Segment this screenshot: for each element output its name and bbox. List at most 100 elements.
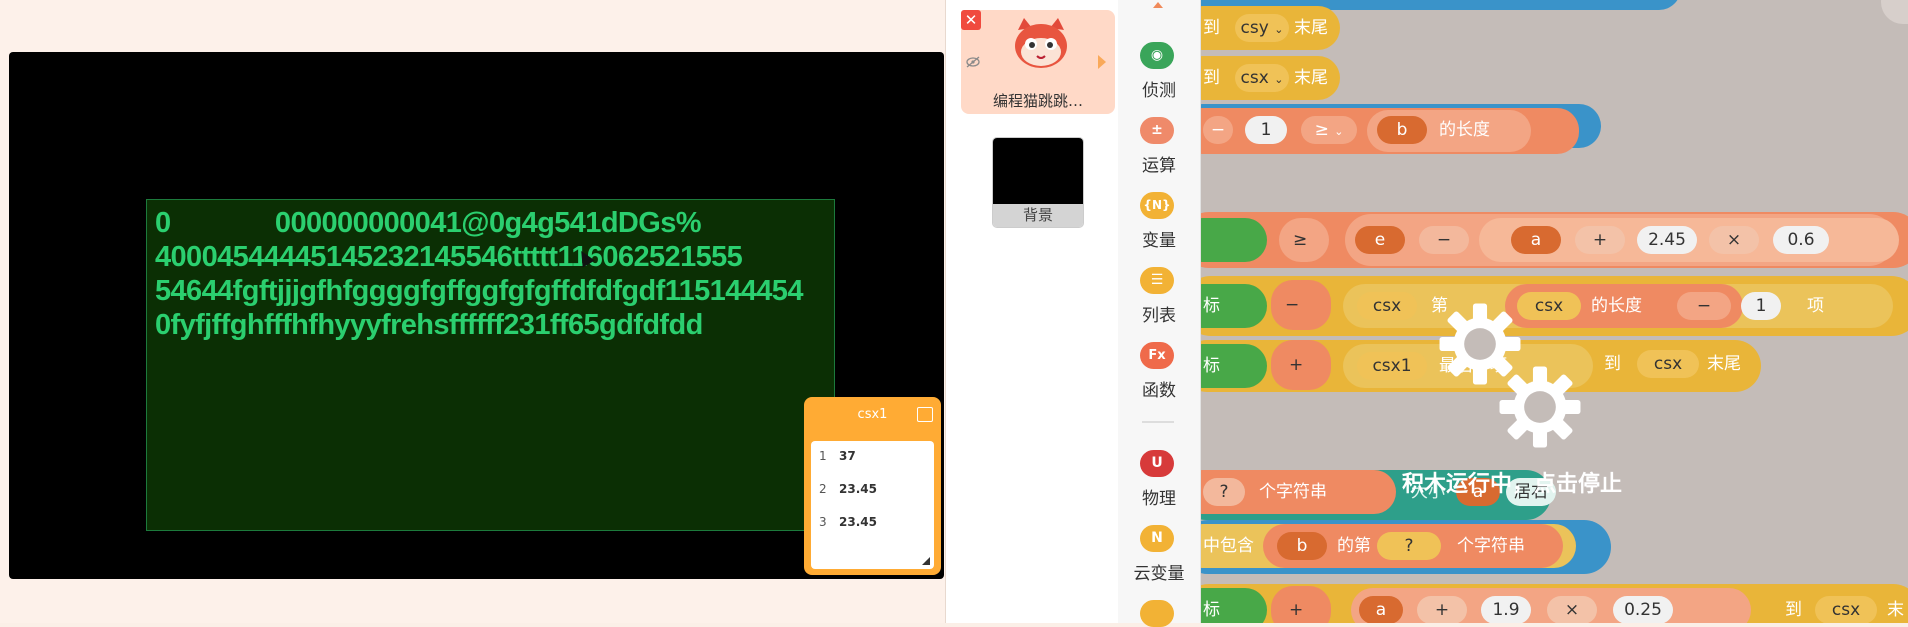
operator-dropdown[interactable]: × <box>1547 596 1597 623</box>
operator-icon: ± <box>1140 117 1174 144</box>
block-text: 到 <box>1604 354 1621 374</box>
eye-hidden-icon[interactable] <box>966 56 980 72</box>
block-category-bar: ◉ 侦测 ± 运算 {N} 变量 ☰ 列表 Fx 函数 U 物理 N 云变量 <box>1118 0 1201 627</box>
category-label: 运算 <box>1142 156 1176 176</box>
list-item: 1 37 <box>811 449 934 469</box>
stage-text-line: 54644fgftjjjgfhfggggfgffggfgfgffdfdfgdf1… <box>155 275 803 307</box>
scroll-up-icon[interactable] <box>1153 2 1163 8</box>
list-item-value: 23.45 <box>839 515 877 529</box>
code-block[interactable] <box>1201 218 1267 262</box>
variable-dropdown[interactable]: csx <box>1517 292 1581 320</box>
dropdown-value: csx <box>1372 296 1402 316</box>
category-label: 列表 <box>1142 306 1176 326</box>
stage-text-line: 40004544445145232145546ttttt116062521555 <box>155 241 743 273</box>
list-item-value: 37 <box>839 449 856 463</box>
chevron-right-icon[interactable] <box>1098 55 1106 69</box>
variable-reporter[interactable]: a <box>1511 226 1561 254</box>
reporter-block[interactable]: a + 1.9 × 0.25 <box>1351 588 1751 623</box>
operator-dropdown[interactable]: + <box>1271 340 1331 390</box>
variable-dropdown[interactable]: csx <box>1637 350 1699 378</box>
stage-text-line: 0fyfjffghfffhfhyyyfrehsffffff231ff65gdfd… <box>155 309 703 341</box>
operator-dropdown[interactable]: − <box>1677 292 1731 320</box>
operator-dropdown[interactable]: − <box>1203 116 1233 144</box>
number-dropdown[interactable]: ? <box>1203 478 1245 506</box>
dropdown-value: csy <box>1240 18 1269 38</box>
cloud-variable-icon: N <box>1140 525 1174 552</box>
operator-dropdown[interactable]: − <box>1419 226 1469 254</box>
export-icon[interactable] <box>917 407 933 422</box>
dropdown-value: ? <box>1219 482 1229 502</box>
code-block <box>1881 0 1908 24</box>
background-card[interactable]: 背景 <box>992 137 1084 228</box>
variable-dropdown[interactable]: csx <box>1815 596 1877 623</box>
operator-dropdown[interactable]: + <box>1417 596 1467 623</box>
code-block[interactable]: − 1 ≥ ⌄ b 的长度 <box>1201 108 1579 154</box>
script-workspace[interactable]: 到 csy ⌄ 末尾 到 csx ⌄ 末尾 − 1 ≥ ⌄ b 的长度 ≥ e … <box>1201 0 1908 623</box>
variable-dropdown[interactable]: csy ⌄ <box>1235 14 1289 42</box>
list-item-index: 2 <box>819 482 827 496</box>
list-monitor-body: 1 37 2 23.45 3 23.45 <box>811 441 934 569</box>
code-block[interactable]: 中包含 b 的第 ? 个字符串 <box>1201 524 1576 568</box>
variable-reporter[interactable]: a <box>1359 596 1403 623</box>
block-text: 标 <box>1203 296 1220 316</box>
code-block[interactable]: 标 <box>1201 588 1267 623</box>
operator-dropdown[interactable]: + <box>1575 226 1625 254</box>
block-text: 的长度 <box>1591 296 1642 316</box>
gear-icon[interactable] <box>1496 363 1584 451</box>
category-divider <box>1142 421 1174 423</box>
dropdown-value: ≥ <box>1293 230 1308 250</box>
compare-dropdown[interactable]: ≥ <box>1279 218 1329 262</box>
number-input[interactable]: 1.9 <box>1481 596 1531 623</box>
list-item-index: 1 <box>819 449 827 463</box>
code-block[interactable]: ? 个字符串 <box>1201 470 1396 514</box>
code-block[interactable]: 到 csx ⌄ 末尾 <box>1201 56 1340 100</box>
number-input[interactable]: 0.25 <box>1613 596 1673 623</box>
variable-icon: {N} <box>1140 192 1174 219</box>
variable-dropdown[interactable]: csx ⌄ <box>1235 64 1289 92</box>
operator-dropdown[interactable]: × <box>1709 226 1759 254</box>
close-icon[interactable]: ✕ <box>961 10 981 30</box>
category-label: 变量 <box>1142 231 1176 251</box>
variable-dropdown[interactable]: csx <box>1357 292 1417 320</box>
reporter-block[interactable]: csx 第 csx 的长度 − 1 项 <box>1343 284 1893 328</box>
code-block[interactable]: 到 csy ⌄ 末尾 <box>1201 6 1340 50</box>
number-dropdown[interactable]: ? <box>1377 532 1441 560</box>
dropdown-value: − <box>1285 295 1300 315</box>
block-text: 到 <box>1203 18 1220 38</box>
operator-dropdown[interactable]: + <box>1271 586 1331 623</box>
list-item: 3 23.45 <box>811 515 934 535</box>
list-monitor[interactable]: csx1 1 37 2 23.45 3 23.45 <box>804 397 941 575</box>
stage-text-box: 0 000000000041@0g4g541dDGs% 400045444451… <box>146 199 835 531</box>
stage-text-line: 0 000000000041@0g4g541dDGs% <box>155 207 702 239</box>
code-block[interactable]: 标 <box>1201 284 1267 328</box>
dropdown-value: csx <box>1534 296 1564 316</box>
category-label: 函数 <box>1142 381 1176 401</box>
physics-icon: U <box>1140 450 1174 477</box>
dropdown-value: + <box>1434 600 1450 620</box>
list-icon: ☰ <box>1140 267 1174 294</box>
list-item-value: 23.45 <box>839 482 877 496</box>
number-input[interactable]: 1 <box>1245 116 1287 144</box>
variable-reporter[interactable]: b <box>1277 532 1327 560</box>
category-label: 侦测 <box>1142 81 1176 101</box>
number-input[interactable]: 1 <box>1741 292 1781 320</box>
dropdown-value: csx1 <box>1372 356 1412 376</box>
resize-handle[interactable] <box>922 557 930 565</box>
block-text: 的长度 <box>1439 120 1490 140</box>
variable-dropdown[interactable]: csx1 <box>1357 352 1427 380</box>
number-input[interactable]: 2.45 <box>1637 226 1697 254</box>
block-text: 中包含 <box>1203 536 1254 556</box>
category-label: 云变量 <box>1133 564 1185 584</box>
variable-reporter[interactable]: b <box>1377 116 1427 144</box>
reporter-block[interactable]: e − a + 2.45 × 0.6 <box>1345 214 1899 266</box>
operator-dropdown[interactable]: − <box>1271 280 1331 330</box>
number-input[interactable]: 0.6 <box>1773 226 1829 254</box>
code-block[interactable]: 标 <box>1201 344 1267 388</box>
compare-dropdown[interactable]: ≥ ⌄ <box>1301 116 1357 144</box>
background-thumbnail <box>993 138 1083 204</box>
block-text: 的第 <box>1337 536 1371 556</box>
block-text: 末尾 <box>1707 354 1741 374</box>
stop-running-prompt[interactable]: 积木运行中，点击停止 <box>1402 466 1622 498</box>
function-icon: Fx <box>1140 342 1174 369</box>
variable-reporter[interactable]: e <box>1355 226 1405 254</box>
